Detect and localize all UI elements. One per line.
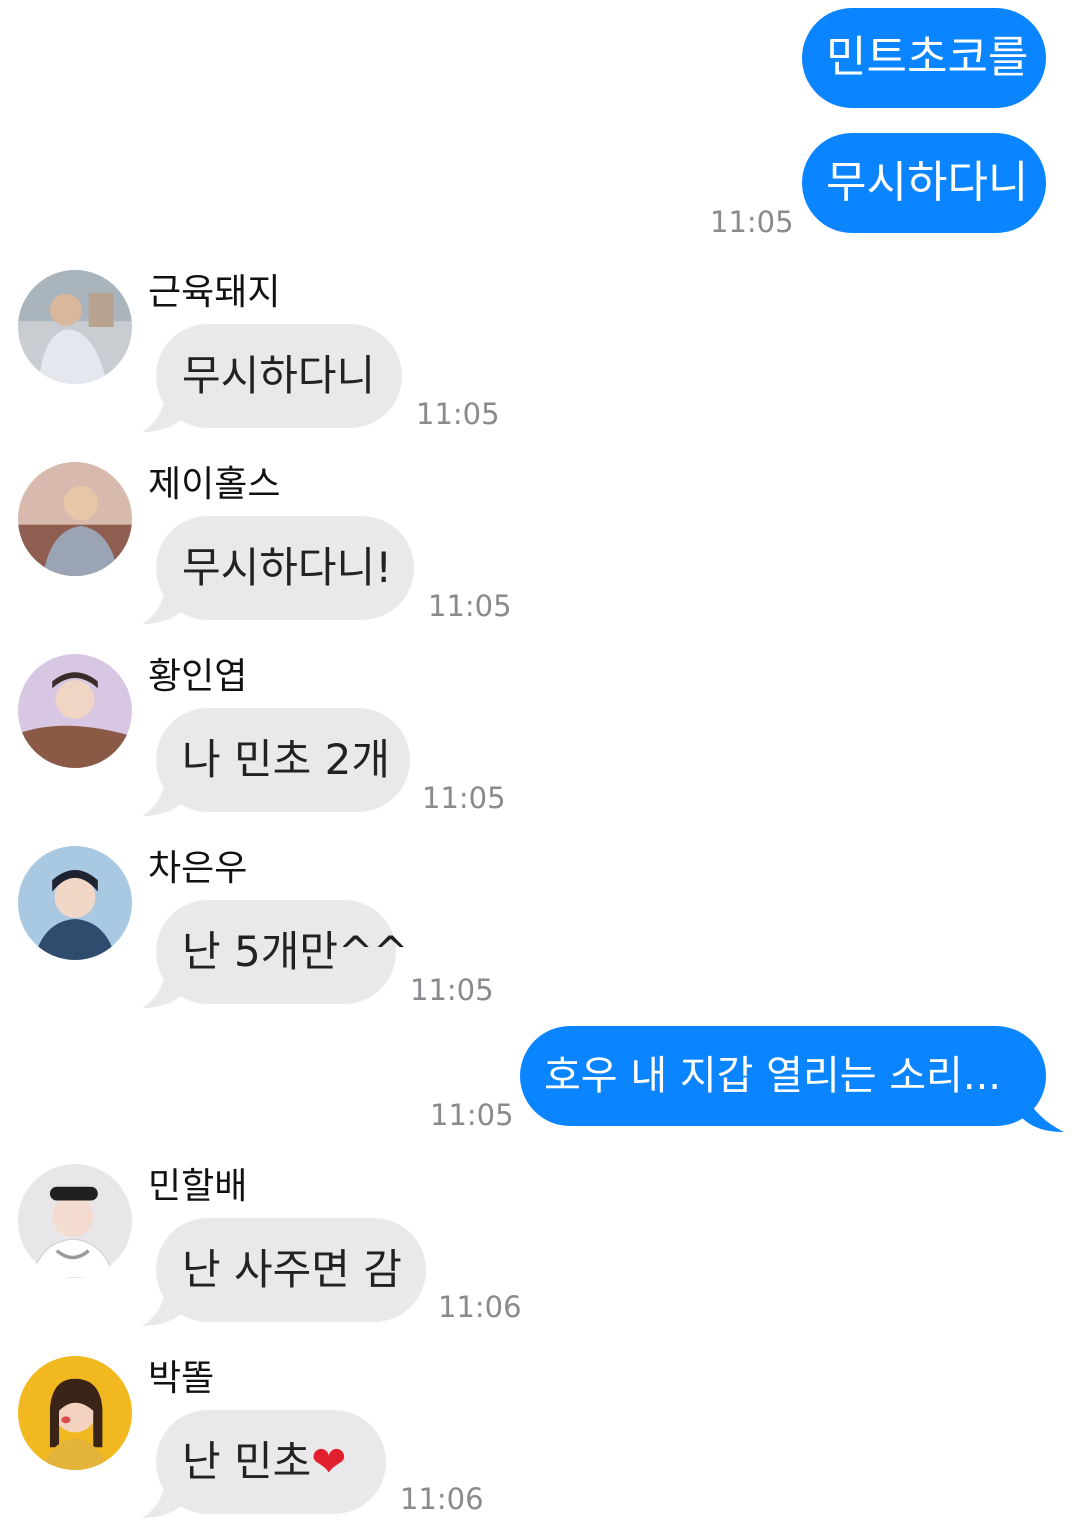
profile-photo-icon [18,1356,132,1470]
outgoing-message-bubble[interactable]: 무시하다니 [802,133,1046,233]
message-timestamp: 11:05 [416,397,500,431]
message-text: 난 민초 [182,1437,312,1486]
sender-name: 황인엽 [148,656,248,697]
sender-name: 차은우 [148,848,248,889]
heart-emoji-icon: ❤ [311,1437,347,1486]
incoming-message-bubble[interactable]: 무시하다니 [156,324,402,428]
outgoing-message-bubble[interactable]: 민트초코를 [802,8,1046,108]
avatar[interactable] [18,1356,132,1470]
incoming-message-bubble[interactable]: 무시하다니! [156,516,414,620]
profile-photo-icon [18,654,132,768]
message-timestamp: 11:06 [438,1290,522,1324]
message-timestamp: 11:05 [428,589,512,623]
avatar[interactable] [18,846,132,960]
message-timestamp: 11:05 [422,781,506,815]
profile-photo-icon [18,846,132,960]
avatar[interactable] [18,270,132,384]
incoming-message-bubble[interactable]: 나 민초 2개 [156,708,410,812]
incoming-message-bubble[interactable]: 난 민초❤ [156,1410,386,1514]
sender-name: 제이홀스 [148,464,281,505]
message-timestamp: 11:05 [710,205,794,239]
sender-name: 근육돼지 [148,272,281,313]
incoming-message-bubble[interactable]: 난 사주면 감 [156,1218,426,1322]
outgoing-message-bubble[interactable]: 호우 내 지갑 열리는 소리... [520,1026,1046,1126]
bubble-tail [1020,1086,1064,1132]
sender-name: 민할배 [148,1166,248,1207]
profile-photo-icon [18,1164,132,1278]
sender-name: 박똘 [148,1358,215,1399]
incoming-message-bubble[interactable]: 난 5개만^^ [156,900,408,1004]
profile-photo-icon [18,270,132,384]
profile-photo-icon [18,462,132,576]
message-timestamp: 11:05 [410,973,494,1007]
avatar[interactable] [18,1164,132,1278]
avatar[interactable] [18,654,132,768]
message-timestamp: 11:05 [430,1098,514,1132]
avatar[interactable] [18,462,132,576]
message-timestamp: 11:06 [400,1482,484,1516]
